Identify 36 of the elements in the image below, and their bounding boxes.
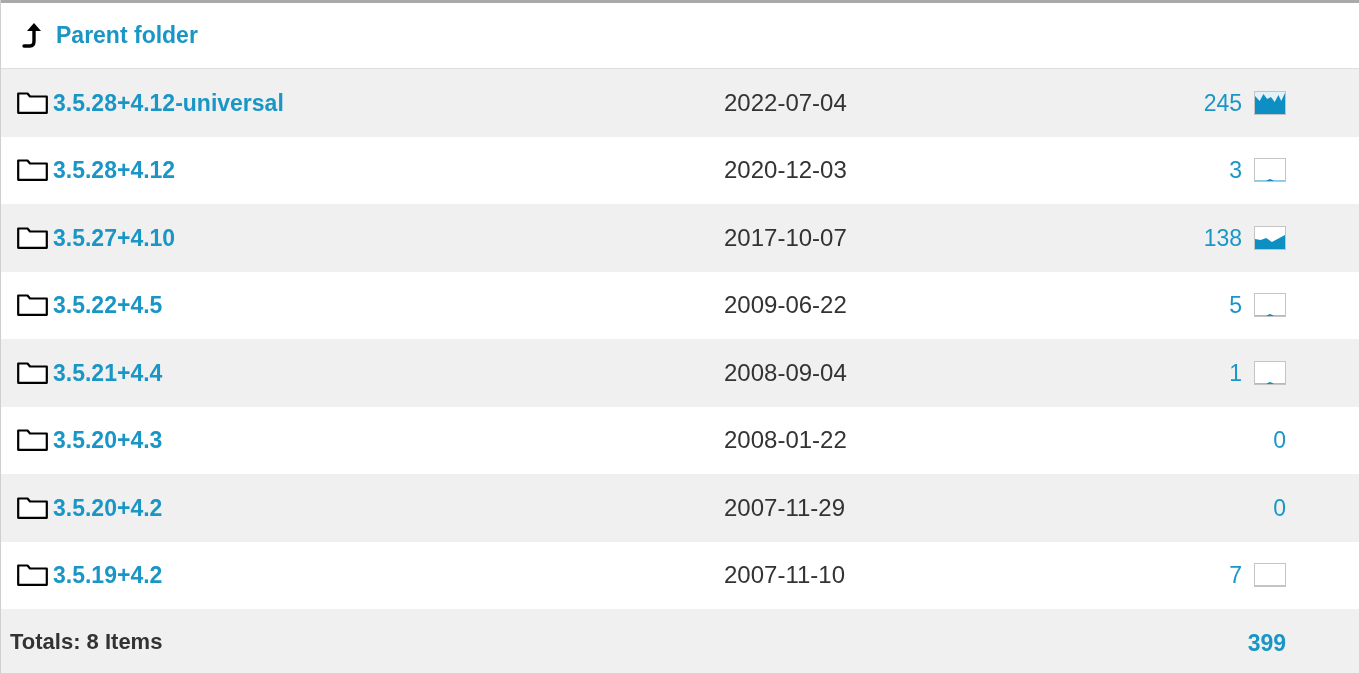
folder-link[interactable]: 3.5.21+4.4	[53, 355, 163, 390]
folder-icon	[17, 496, 48, 519]
date-text: 2022-07-04	[724, 88, 847, 116]
download-count-link[interactable]: 245	[1203, 85, 1242, 120]
total-downloads-link[interactable]: 399	[1247, 625, 1286, 661]
download-count-link[interactable]: 0	[1273, 423, 1286, 458]
download-count-link[interactable]: 3	[1229, 153, 1242, 188]
folder-link[interactable]: 3.5.22+4.5	[53, 288, 163, 323]
download-count-link[interactable]: 0	[1273, 490, 1286, 525]
date-text: 2020-12-03	[724, 156, 847, 184]
date-text: 2009-06-22	[724, 291, 847, 319]
folder-icon	[17, 226, 48, 249]
folder-link[interactable]: 3.5.28+4.12-universal	[53, 85, 284, 120]
folder-icon	[17, 159, 48, 182]
folder-icon	[17, 91, 48, 114]
folder-icon	[17, 564, 48, 587]
folder-icon	[17, 361, 48, 384]
folder-link[interactable]: 3.5.19+4.2	[53, 558, 163, 593]
date-text: 2008-09-04	[724, 358, 847, 386]
download-count-link[interactable]: 7	[1229, 558, 1242, 593]
folder-link[interactable]: 3.5.28+4.12	[53, 153, 176, 188]
folder-link[interactable]: 3.5.20+4.2	[53, 490, 163, 525]
date-text: 2007-11-29	[724, 493, 845, 521]
download-count-link[interactable]: 5	[1229, 288, 1242, 323]
date-text: 2008-01-22	[724, 426, 847, 454]
folder-icon	[17, 294, 48, 317]
folder-link[interactable]: 3.5.27+4.10	[53, 220, 176, 255]
folder-link[interactable]: 3.5.20+4.3	[53, 423, 163, 458]
download-count-link[interactable]: 1	[1229, 355, 1242, 390]
download-count-link[interactable]: 138	[1203, 220, 1242, 255]
up-arrow-icon	[22, 22, 42, 49]
parent-folder-link[interactable]: Parent folder	[56, 18, 198, 53]
folder-icon	[17, 429, 48, 452]
date-text: 2017-10-07	[724, 223, 847, 251]
totals-label: Totals: 8 Items	[10, 627, 163, 656]
date-text: 2007-11-10	[724, 561, 845, 589]
